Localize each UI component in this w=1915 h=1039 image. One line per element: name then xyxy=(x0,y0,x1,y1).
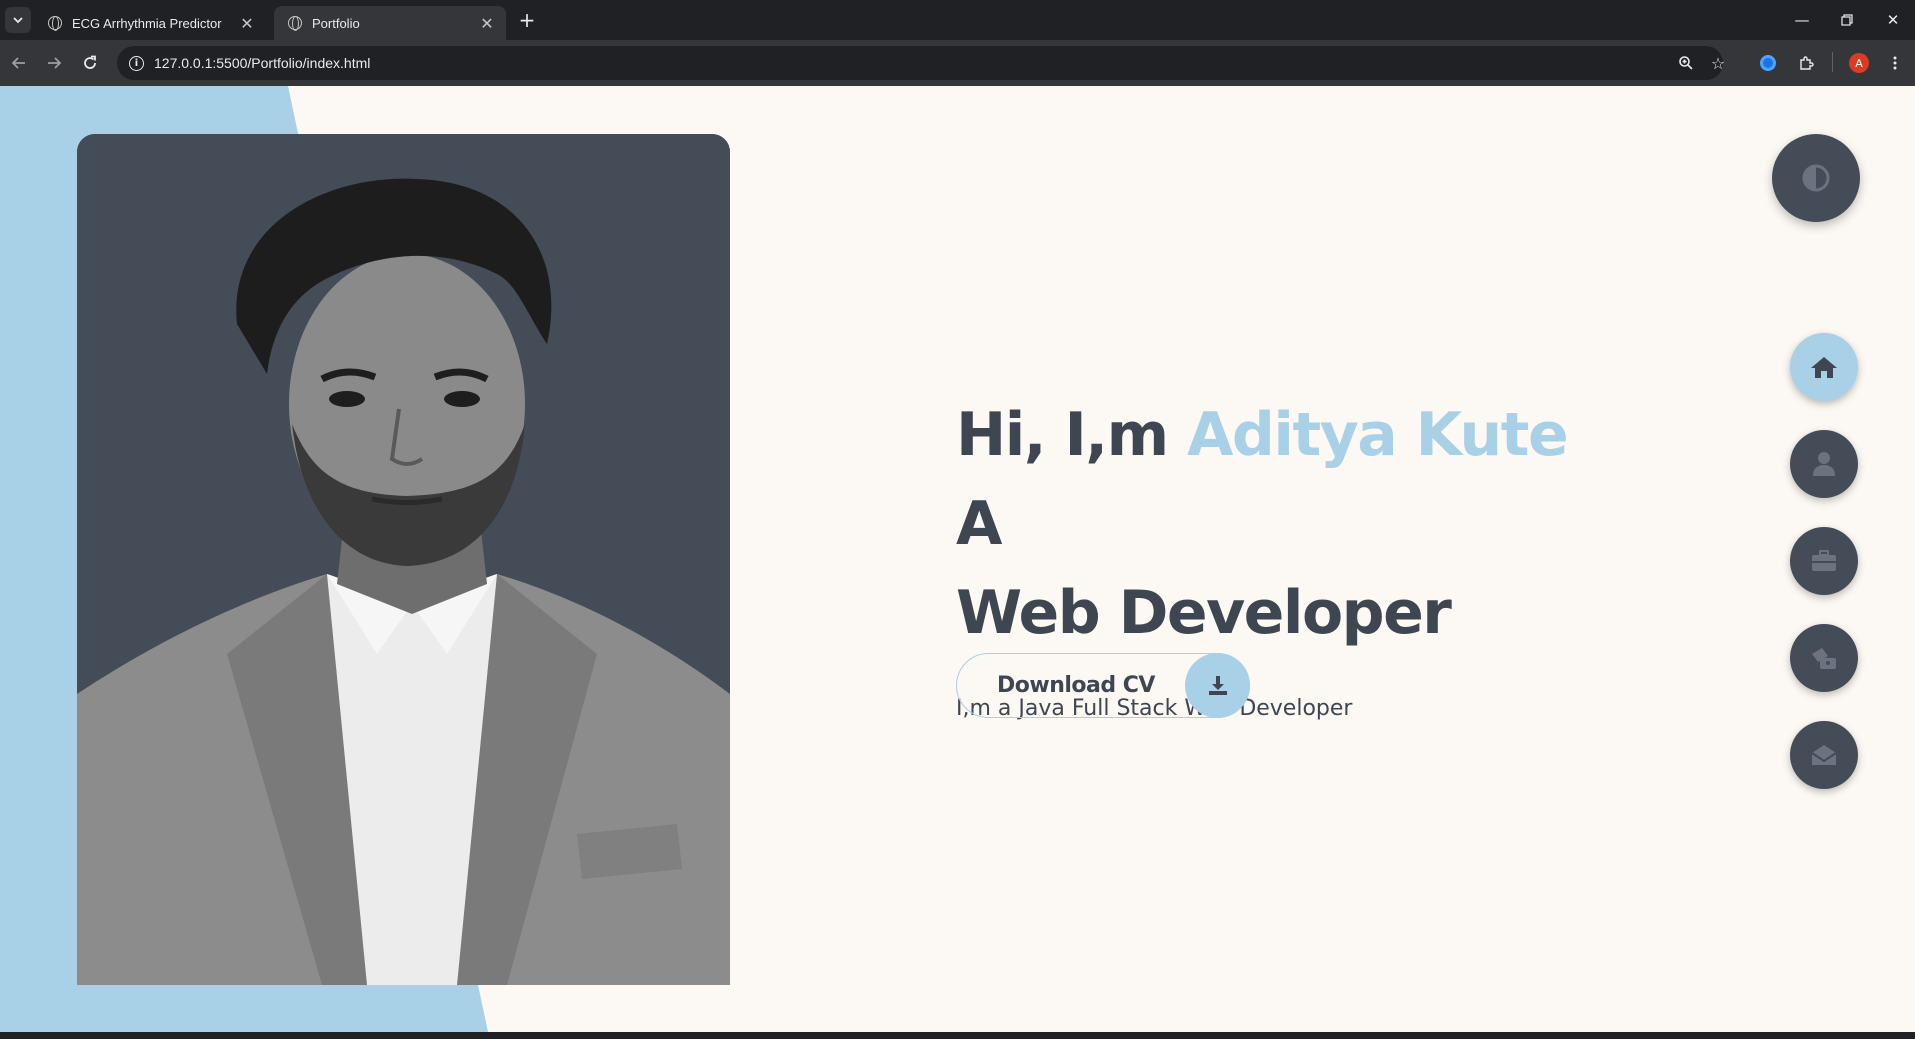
tab-search-button[interactable] xyxy=(5,7,31,33)
tab-title: Portfolio xyxy=(312,15,360,31)
toolbar-divider xyxy=(1832,52,1833,72)
new-tab-button[interactable]: + xyxy=(515,8,539,32)
briefcase-icon xyxy=(1812,550,1836,571)
reload-button[interactable] xyxy=(76,49,104,77)
close-tab-icon[interactable]: ✕ xyxy=(238,14,256,33)
close-window-button[interactable]: ✕ xyxy=(1873,4,1913,36)
hero-role-prefix: A xyxy=(956,489,1002,559)
download-cv-label: Download CV xyxy=(997,673,1155,698)
arrow-right-icon xyxy=(48,57,62,69)
back-button[interactable] xyxy=(5,49,33,77)
chevron-down-icon xyxy=(13,17,23,24)
download-cv-button[interactable]: Download CV xyxy=(956,652,1250,718)
globe-icon xyxy=(288,16,302,31)
theme-toggle-button[interactable] xyxy=(1772,134,1860,222)
hero-heading: Hi, I,m Aditya Kute A Web Developer xyxy=(956,391,1596,658)
profile-photo xyxy=(77,134,730,985)
blog-icon xyxy=(1812,648,1836,669)
nav-blog-button[interactable] xyxy=(1790,624,1858,692)
address-bar[interactable]: i 127.0.0.1:5500/Portfolio/index.html ☆ xyxy=(117,46,1725,80)
nav-portfolio-button[interactable] xyxy=(1790,527,1858,595)
nav-contact-button[interactable] xyxy=(1790,721,1858,789)
download-icon xyxy=(1185,652,1250,718)
zoom-icon[interactable] xyxy=(1677,54,1695,72)
hero-greeting: Hi, I,m xyxy=(956,400,1187,470)
restore-icon xyxy=(1841,14,1853,26)
forward-button[interactable] xyxy=(40,49,68,77)
globe-icon xyxy=(48,16,62,31)
site-info-icon[interactable]: i xyxy=(129,55,144,71)
hero-role: Web Developer xyxy=(956,578,1452,648)
reload-icon xyxy=(84,55,96,69)
bookmark-star-icon[interactable]: ☆ xyxy=(1709,54,1727,73)
hero-name: Aditya Kute xyxy=(1187,400,1569,470)
nav-about-button[interactable] xyxy=(1790,430,1858,498)
profile-avatar[interactable]: A xyxy=(1847,51,1871,75)
tab-title: ECG Arrhythmia Predictor xyxy=(72,15,222,31)
page-viewport: Hi, I,m Aditya Kute A Web Developer I,m … xyxy=(0,86,1915,1032)
minimize-button[interactable]: — xyxy=(1782,4,1822,36)
restore-button[interactable] xyxy=(1827,4,1867,36)
portrait-illustration xyxy=(77,134,730,985)
extension-icon[interactable] xyxy=(1756,51,1780,75)
extensions-puzzle-icon[interactable] xyxy=(1794,51,1818,75)
url-text: 127.0.0.1:5500/Portfolio/index.html xyxy=(154,55,371,71)
user-icon xyxy=(1813,452,1835,476)
window-bottom-edge xyxy=(0,1032,1915,1039)
tab-ecg-predictor[interactable]: ECG Arrhythmia Predictor ✕ xyxy=(34,6,266,40)
contrast-icon xyxy=(1802,164,1830,192)
arrow-left-icon xyxy=(11,57,25,69)
browser-tab-strip: ECG Arrhythmia Predictor ✕ Portfolio ✕ +… xyxy=(0,0,1915,40)
hero-section: Hi, I,m Aditya Kute A Web Developer I,m … xyxy=(956,391,1596,721)
nav-home-button[interactable] xyxy=(1790,333,1858,401)
close-tab-icon[interactable]: ✕ xyxy=(478,14,496,33)
home-icon xyxy=(1811,357,1837,378)
browser-menu-icon[interactable] xyxy=(1883,51,1907,75)
browser-toolbar: i 127.0.0.1:5500/Portfolio/index.html ☆ … xyxy=(0,40,1915,86)
mail-icon xyxy=(1811,745,1837,765)
tab-portfolio[interactable]: Portfolio ✕ xyxy=(274,6,506,40)
